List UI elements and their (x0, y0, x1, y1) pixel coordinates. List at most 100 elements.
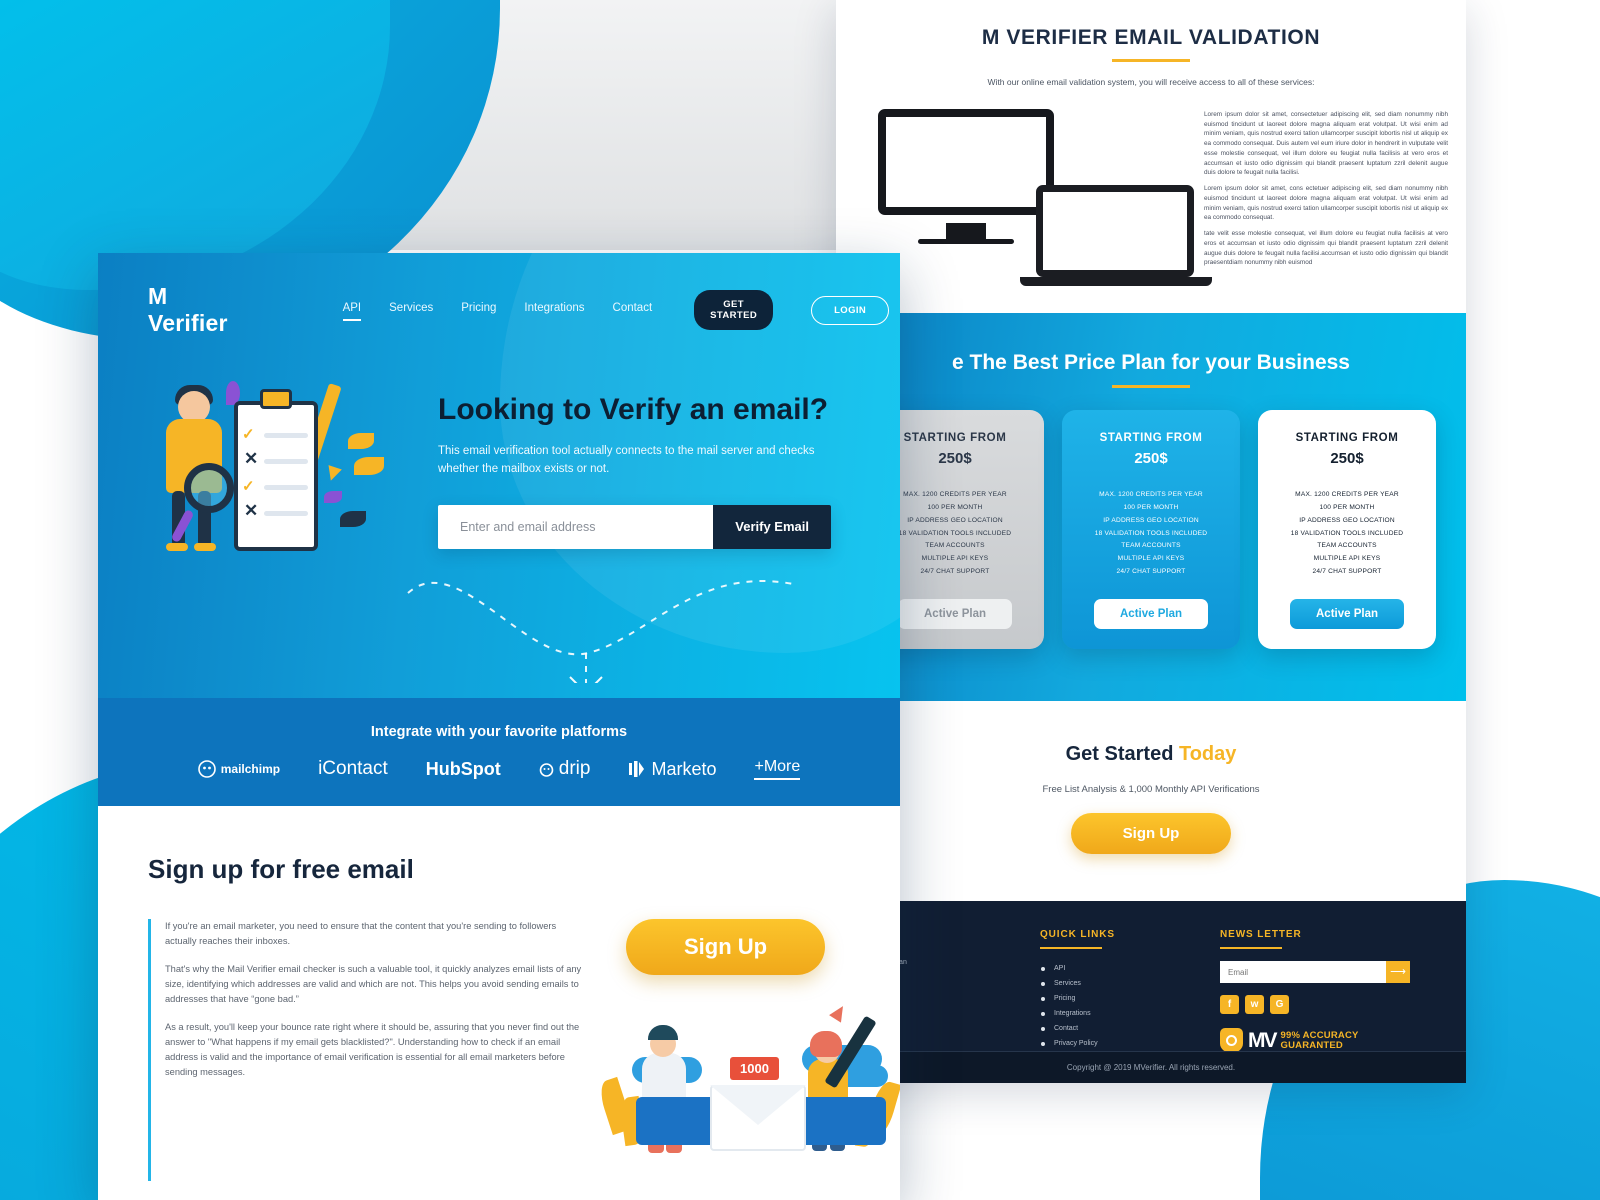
clipboard-line (264, 433, 308, 438)
marketo-logo[interactable]: Marketo (628, 759, 716, 780)
more-platforms-link[interactable]: +More (754, 758, 801, 780)
back-page-mockup: M VERIFIER EMAIL VALIDATION With our onl… (836, 0, 1466, 1083)
feature-item: 100 PER MONTH (1123, 503, 1179, 511)
brand-logo[interactable]: M Verifier (148, 283, 228, 337)
hero-section: M Verifier API Services Pricing Integrat… (98, 253, 900, 698)
footer-link[interactable]: Privacy Policy (1040, 1036, 1180, 1051)
footer-link[interactable]: API (1040, 961, 1180, 976)
navigation-bar: M Verifier API Services Pricing Integrat… (98, 253, 900, 337)
get-started-title-main: Get Started (1065, 743, 1179, 765)
active-plan-button[interactable]: Active Plan (1094, 598, 1208, 629)
badge-guaranteed-text: GUARANTED (1280, 1039, 1343, 1051)
feature-item: TEAM ACCOUNTS (1121, 542, 1181, 550)
quick-links-heading: QUICK LINKS (1040, 929, 1115, 940)
signup-button[interactable]: Sign Up (626, 919, 826, 975)
check-mark-icon: ✓ (242, 426, 255, 443)
verify-email-form: Verify Email (438, 504, 831, 549)
pricing-card[interactable]: STARTING FROM 250$ MAX. 1200 CREDITS PER… (1062, 410, 1240, 649)
hubspot-label: HubSpot (425, 758, 501, 779)
signup-section: Sign up for free email If you're an emai… (98, 806, 900, 1200)
monitor-stand (946, 223, 986, 240)
get-started-title: Get Started Today (836, 743, 1466, 766)
icontact-label: iContact (318, 758, 388, 779)
pricing-cards: STARTING FROM 250$ MAX. 1200 CREDITS PER… (836, 410, 1466, 649)
facebook-icon[interactable]: f (1220, 995, 1239, 1014)
back-lorem-text: Lorem ipsum dolor sit amet, consectetuer… (1204, 110, 1448, 274)
drip-logo[interactable]: drip (539, 758, 590, 780)
back-page-title: M VERIFIER EMAIL VALIDATION (981, 26, 1321, 49)
pricing-card-amount: 250$ (1134, 450, 1168, 467)
google-plus-icon[interactable]: G (1270, 995, 1289, 1014)
mailchimp-label: mailchimp (220, 762, 281, 776)
active-plan-button[interactable]: Active Plan (1290, 598, 1404, 629)
x-mark-icon: ✕ (244, 449, 259, 468)
pricing-underline (1112, 385, 1190, 388)
pricing-card-head: STARTING FROM (1099, 432, 1203, 444)
check-mark-icon: ✓ (242, 478, 255, 495)
mailchimp-logo[interactable]: mailchimp (197, 760, 281, 778)
twitter-icon[interactable]: w (1245, 995, 1264, 1014)
clipboard-icon (234, 401, 318, 551)
active-plan-button[interactable]: Active Plan (898, 598, 1012, 629)
newsletter-underline (1220, 947, 1282, 949)
lorem-paragraph: tate velit esse molestie consequat, vel … (1204, 230, 1448, 267)
person-right-hair (810, 1031, 842, 1057)
drip-icon (539, 762, 554, 777)
leaf-decoration (354, 457, 384, 475)
get-started-button[interactable]: GET STARTED (694, 290, 774, 330)
lorem-paragraph: Lorem ipsum dolor sit amet, consectetuer… (1204, 111, 1448, 177)
newsletter-submit-arrow-icon[interactable]: ⟶ (1386, 961, 1410, 983)
pricing-card[interactable]: STARTING FROM 250$ MAX. 1200 CREDITS PER… (1258, 410, 1436, 649)
nav-link-contact[interactable]: Contact (613, 302, 653, 319)
login-button[interactable]: LOGIN (811, 295, 890, 325)
hero-body: ✓ ✕ ✓ ✕ Looking to Verify an email? This… (98, 337, 900, 601)
person-left-hair (648, 1025, 678, 1040)
signup-columns: If you're an email marketer, you need to… (148, 919, 900, 1181)
clipboard-line (264, 459, 308, 464)
magnifying-glass-icon (184, 463, 234, 513)
copyright-text: Copyright @ 2019 MVerifier. All rights r… (1066, 1063, 1236, 1072)
signup-illustration: 1000 (596, 1001, 900, 1181)
copyright-bar: Copyright @ 2019 MVerifier. All rights r… (836, 1051, 1466, 1083)
pricing-heading: e The Best Price Plan for your Business (952, 351, 1350, 374)
verify-email-button[interactable]: Verify Email (713, 504, 831, 549)
nav-link-integrations[interactable]: Integrations (524, 302, 584, 319)
signup-paragraph: If you're an email marketer, you need to… (165, 921, 557, 947)
get-started-signup-button[interactable]: Sign Up (1070, 813, 1232, 854)
laptop-base (1020, 277, 1212, 287)
nav-links: API Services Pricing Integrations Contac… (342, 290, 890, 330)
mailchimp-icon (197, 760, 216, 778)
quick-links-underline (1040, 947, 1102, 949)
nav-link-pricing[interactable]: Pricing (461, 302, 496, 319)
pencil-tip-icon (324, 465, 342, 483)
newsletter-email-input[interactable] (1220, 961, 1386, 983)
feature-item: 24/7 CHAT SUPPORT (1116, 568, 1186, 576)
leaf-decoration (348, 433, 374, 449)
front-page-mockup: M Verifier API Services Pricing Integrat… (98, 253, 900, 1200)
footer-link[interactable]: Pricing (1040, 991, 1180, 1006)
platform-logos: mailchimp iContact HubSpot drip Marketo … (197, 758, 801, 780)
nav-link-services[interactable]: Services (389, 302, 433, 319)
footer-link[interactable]: Contact (1040, 1021, 1180, 1036)
icontact-logo[interactable]: iContact (318, 758, 388, 780)
hero-heading: Looking to Verify an email? (438, 393, 829, 426)
x-mark-icon: ✕ (244, 501, 259, 520)
monitor-icon (878, 109, 1054, 216)
pricing-card-head: STARTING FROM (1295, 432, 1399, 444)
footer-link[interactable]: Integrations (1040, 1006, 1180, 1021)
marketo-label: Marketo (651, 758, 717, 779)
accuracy-badge: MV 99% ACCURACY GUARANTED (1220, 1028, 1410, 1053)
feature-item: MULTIPLE API KEYS (1117, 555, 1185, 563)
nav-link-api[interactable]: API (342, 302, 361, 321)
footer-link[interactable]: Services (1040, 976, 1180, 991)
hero-copy: Looking to Verify an email? This email v… (408, 371, 850, 601)
leaf-decoration (340, 511, 366, 527)
feature-item: 18 VALIDATION TOOLS INCLUDED (1094, 529, 1208, 537)
mv-logo: MV (1248, 1028, 1277, 1052)
laptop-icon (1036, 185, 1194, 278)
leaf-decoration (324, 491, 342, 503)
email-input[interactable] (438, 504, 714, 549)
hubspot-logo[interactable]: HubSpot (426, 759, 501, 780)
pricing-card-features: MAX. 1200 CREDITS PER YEAR 100 PER MONTH… (1268, 489, 1426, 579)
hero-paragraph: This email verification tool actually co… (438, 444, 815, 476)
